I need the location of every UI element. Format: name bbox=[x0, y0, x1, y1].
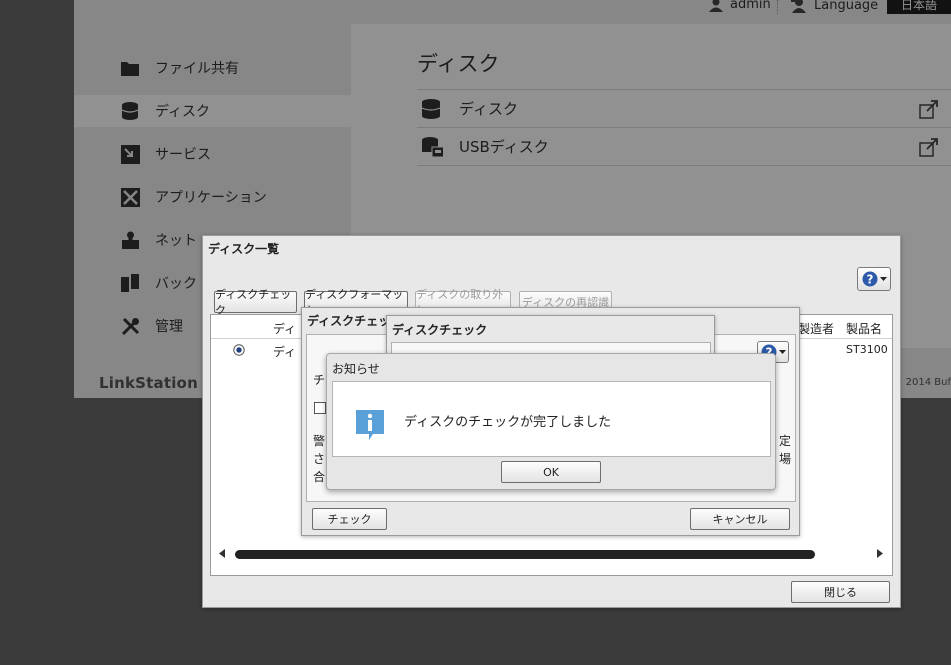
notice-body: ディスクのチェックが完了しました bbox=[332, 381, 771, 457]
close-button[interactable]: 閉じる bbox=[791, 581, 890, 603]
radio-button[interactable] bbox=[233, 344, 245, 359]
notice-dialog: お知らせ ディスクのチェックが完了しました OK bbox=[326, 353, 776, 490]
dialog-title: ディスクチェック bbox=[392, 323, 488, 337]
option-checkbox[interactable] bbox=[314, 402, 326, 414]
dialog-title: お知らせ bbox=[332, 362, 380, 376]
cancel-button[interactable]: キャンセル bbox=[690, 508, 790, 530]
help-button[interactable]: ? bbox=[857, 267, 891, 291]
help-icon: ? bbox=[862, 271, 877, 287]
warning-text: 定 bbox=[779, 434, 792, 448]
svg-text:?: ? bbox=[866, 273, 873, 287]
scroll-thumb[interactable] bbox=[235, 550, 815, 559]
dialog-title: ディスクチェッ bbox=[307, 314, 391, 328]
dialog-title: ディスク一覧 bbox=[208, 242, 280, 256]
info-icon bbox=[353, 408, 387, 446]
option-text: チ bbox=[313, 373, 326, 387]
ok-button[interactable]: OK bbox=[501, 461, 601, 483]
warning-text: さ bbox=[313, 452, 326, 466]
warning-text: 警 bbox=[313, 434, 326, 448]
table-cell-product: ST3100 bbox=[846, 343, 888, 356]
column-header-disk[interactable]: ディ bbox=[273, 320, 296, 337]
horizontal-scrollbar[interactable] bbox=[219, 547, 883, 561]
scroll-right-icon[interactable] bbox=[877, 549, 883, 558]
chevron-down-icon bbox=[778, 349, 786, 354]
column-header-product[interactable]: 製品名 bbox=[846, 320, 882, 337]
disk-check-button[interactable]: ディスクチェック bbox=[214, 288, 297, 317]
scroll-left-icon[interactable] bbox=[219, 549, 225, 558]
chevron-down-icon bbox=[879, 276, 887, 281]
warning-text: 合 bbox=[313, 470, 326, 484]
check-button[interactable]: チェック bbox=[312, 508, 387, 530]
column-header-maker[interactable]: 製造者 bbox=[798, 320, 834, 337]
notice-message: ディスクのチェックが完了しました bbox=[404, 415, 612, 430]
warning-text: 場 bbox=[779, 452, 792, 466]
table-cell-disk: ディ bbox=[273, 345, 297, 359]
